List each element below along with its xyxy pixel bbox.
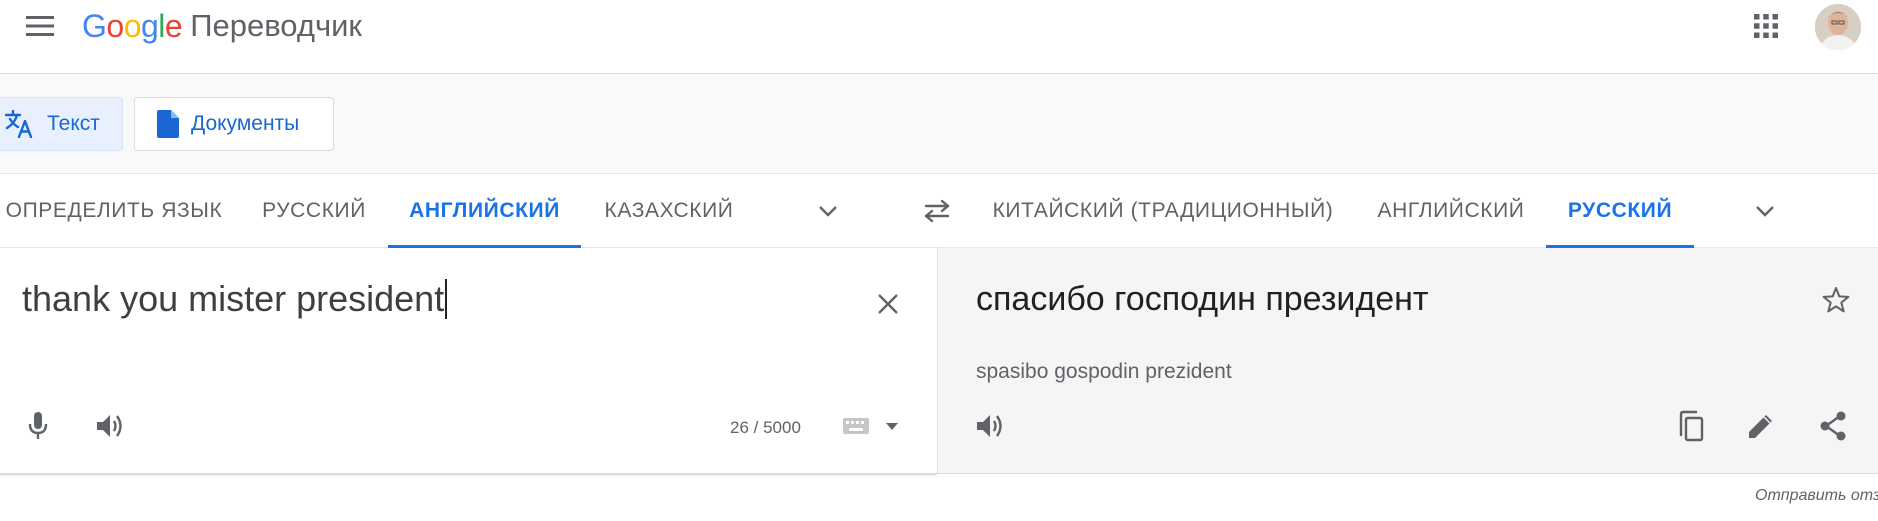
keyboard-icon: [843, 418, 869, 434]
share-icon: [1820, 411, 1846, 441]
google-apps-button[interactable]: [1746, 6, 1786, 46]
clear-source-button[interactable]: [868, 284, 908, 324]
listen-translation-button[interactable]: [970, 406, 1010, 446]
close-icon: [878, 294, 898, 314]
send-feedback-link[interactable]: Отправить отзыв: [1755, 487, 1878, 505]
target-panel: спасибо господин президент spasibo gospo…: [937, 248, 1878, 474]
save-translation-button[interactable]: [1816, 280, 1856, 320]
transliteration: spasibo gospodin prezident: [976, 360, 1232, 383]
translate-icon: [5, 110, 33, 138]
source-panel: thank you mister president 26 / 5000: [0, 248, 937, 474]
source-lang-english[interactable]: АНГЛИЙСКИЙ: [388, 174, 581, 248]
product-name: Переводчик: [190, 8, 362, 43]
document-icon: [157, 110, 179, 138]
source-lang-russian[interactable]: РУССКИЙ: [241, 174, 387, 248]
account-avatar[interactable]: [1815, 4, 1861, 50]
dropdown-arrow-icon: [886, 422, 898, 430]
documents-mode-button[interactable]: Документы: [134, 97, 334, 151]
source-text-input[interactable]: thank you mister president: [22, 278, 448, 320]
target-lang-english[interactable]: АНГЛИЙСКИЙ: [1362, 174, 1540, 248]
source-text-value: thank you mister president: [22, 278, 445, 319]
listen-source-button[interactable]: [90, 406, 130, 446]
input-tools-dropdown[interactable]: [876, 408, 908, 444]
main-menu-button[interactable]: [18, 6, 62, 46]
documents-mode-label: Документы: [191, 112, 300, 135]
google-logo: Google: [82, 7, 183, 44]
copy-icon: [1679, 410, 1704, 442]
app-logo[interactable]: Google Переводчик: [82, 2, 362, 50]
source-lang-detect[interactable]: ОПРЕДЕЛИТЬ ЯЗЫК: [0, 174, 228, 248]
chevron-down-icon: [819, 206, 837, 217]
keyboard-button[interactable]: [838, 406, 874, 446]
pencil-icon: [1749, 415, 1772, 438]
character-count: 26 / 5000: [730, 418, 801, 437]
apps-grid-icon: [1754, 14, 1778, 38]
copy-translation-button[interactable]: [1670, 406, 1710, 446]
star-icon: [1822, 287, 1850, 313]
menu-icon: [26, 16, 54, 36]
source-lang-kazakh[interactable]: КАЗАХСКИЙ: [582, 174, 756, 248]
target-lang-russian[interactable]: РУССКИЙ: [1546, 174, 1694, 248]
microphone-icon: [28, 412, 48, 439]
swap-arrows-icon: [924, 199, 950, 223]
share-translation-button[interactable]: [1813, 406, 1853, 446]
user-avatar-icon: [1815, 4, 1861, 50]
source-lang-more-button[interactable]: [808, 191, 848, 231]
swap-languages-button[interactable]: [917, 191, 957, 231]
text-mode-button[interactable]: Текст: [0, 97, 123, 151]
text-mode-label: Текст: [47, 112, 100, 135]
text-caret: [445, 279, 448, 319]
app-header: Google Переводчик: [0, 0, 1878, 74]
voice-input-button[interactable]: [18, 406, 58, 446]
translation-result: спасибо господин президент: [976, 280, 1429, 318]
speaker-icon: [97, 415, 122, 437]
target-lang-chinese-traditional[interactable]: КИТАЙСКИЙ (ТРАДИЦИОННЫЙ): [983, 174, 1343, 248]
language-bar: ОПРЕДЕЛИТЬ ЯЗЫК РУССКИЙ АНГЛИЙСКИЙ КАЗАХ…: [0, 174, 1878, 248]
edit-translation-button[interactable]: [1741, 406, 1781, 446]
speaker-icon: [977, 415, 1002, 437]
chevron-down-icon: [1756, 206, 1774, 217]
mode-bar: Текст Документы: [0, 74, 1878, 174]
target-lang-more-button[interactable]: [1745, 191, 1785, 231]
